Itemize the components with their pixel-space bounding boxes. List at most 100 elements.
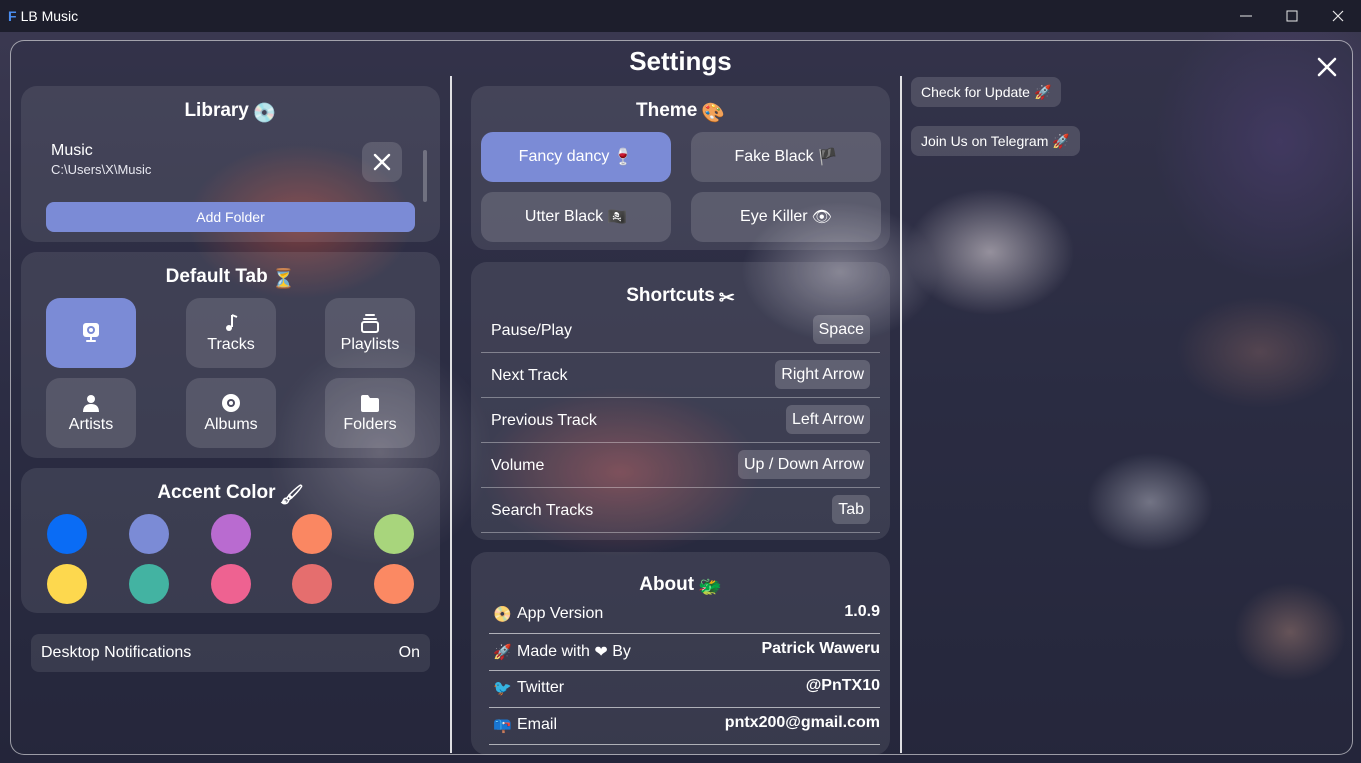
tab-option-label: Folders <box>343 416 397 433</box>
shortcut-action: Previous Track <box>491 412 597 429</box>
tab-option-tracks[interactable]: Tracks <box>186 298 276 368</box>
wine-glass-icon: 🍷 <box>613 149 634 166</box>
shortcut-row: Previous Track Left Arrow <box>481 398 880 443</box>
playlist-icon <box>361 314 379 333</box>
person-icon <box>83 395 99 412</box>
about-title: About 🐲 <box>639 574 722 598</box>
heart-icon: ❤ <box>594 644 608 661</box>
hourglass-icon: ⏳ <box>271 269 296 290</box>
accent-swatch[interactable] <box>374 514 414 554</box>
shortcut-action: Pause/Play <box>491 322 572 339</box>
accent-swatch[interactable] <box>211 514 251 554</box>
close-icon <box>1332 10 1344 22</box>
shortcut-row: Pause/Play Space <box>481 308 880 353</box>
tab-option-playlists[interactable]: Playlists <box>325 298 415 368</box>
column-divider <box>450 76 452 753</box>
mailbox-icon: 📪 <box>493 717 512 734</box>
twitter-link[interactable]: @PnTX10 <box>806 677 880 695</box>
about-row-author: 🚀 Made with ❤ By Patrick Waweru <box>489 634 880 671</box>
page-title: Settings <box>629 46 732 76</box>
close-window-button[interactable] <box>1315 0 1361 32</box>
accent-swatch[interactable] <box>47 514 87 554</box>
accent-swatch[interactable] <box>374 564 414 604</box>
folder-icon <box>361 395 379 412</box>
pirate-flag-icon: 🏴‍☠️ <box>607 209 628 226</box>
theme-option-fake-black[interactable]: Fake Black 🏴 <box>691 132 881 182</box>
bird-icon: 🐦 <box>493 680 512 697</box>
scissors-icon: ✂ <box>718 288 735 309</box>
column-divider <box>900 76 902 753</box>
black-flag-icon: 🏴 <box>817 149 838 166</box>
shortcut-action: Next Track <box>491 367 568 384</box>
telegram-button[interactable]: Join Us on Telegram 🚀 <box>911 126 1080 156</box>
about-row-version: 📀 App Version 1.0.9 <box>489 597 880 634</box>
window-titlebar: F LB Music <box>0 0 1361 32</box>
tab-option-label: Playlists <box>340 336 400 353</box>
shortcut-key: Up / Down Arrow <box>737 450 870 479</box>
about-label-suffix: By <box>612 643 631 660</box>
disc-icon: 💿 <box>252 103 277 124</box>
tab-option-label: Artists <box>68 416 114 433</box>
close-icon <box>373 153 391 171</box>
notifications-value: On <box>398 644 420 661</box>
accent-swatch[interactable] <box>211 564 251 604</box>
music-note-icon <box>226 314 238 331</box>
about-label: Twitter <box>517 679 565 696</box>
disc-icon <box>222 394 240 412</box>
accent-swatch[interactable] <box>292 514 332 554</box>
library-folder-name: Music <box>51 142 93 159</box>
shortcut-row: Search Tracks Tab <box>481 488 880 533</box>
add-folder-button[interactable]: Add Folder <box>46 202 415 232</box>
dragon-icon: 🐲 <box>698 577 722 598</box>
maximize-button[interactable] <box>1269 0 1315 32</box>
theme-option-utter-black[interactable]: Utter Black 🏴‍☠️ <box>481 192 671 242</box>
shortcuts-title: Shortcuts ✂ <box>626 285 735 309</box>
theme-option-fancy-dancy[interactable]: Fancy dancy 🍷 <box>481 132 671 182</box>
shortcut-key: Tab <box>832 495 870 524</box>
rocket-icon: 🚀 <box>1033 83 1052 100</box>
accent-swatch[interactable] <box>47 564 87 604</box>
tab-option-home[interactable] <box>46 298 136 368</box>
tab-option-label: Tracks <box>207 336 255 353</box>
theme-option-eye-killer[interactable]: Eye Killer 👁 <box>691 192 881 242</box>
palette-icon: 🎨 <box>701 103 725 124</box>
shortcut-row: Next Track Right Arrow <box>481 353 880 398</box>
accent-color-title: Accent Color 🖌 <box>157 482 304 506</box>
about-row-email: 📪 Email pntx200@gmail.com <box>489 708 880 745</box>
tab-option-label: Albums <box>204 416 258 433</box>
library-scrollbar[interactable] <box>423 150 427 202</box>
about-label: Made with <box>517 643 590 660</box>
app-title: LB Music <box>20 8 79 24</box>
paintbrush-icon: 🖌 <box>279 485 304 506</box>
maximize-icon <box>1286 10 1298 22</box>
tab-option-artists[interactable]: Artists <box>46 378 136 448</box>
library-folder-path: C:\Users\X\Music <box>51 162 152 177</box>
about-label: App Version <box>517 605 604 622</box>
library-title: Library 💿 <box>184 100 277 124</box>
tab-option-folders[interactable]: Folders <box>325 378 415 448</box>
remove-folder-button[interactable] <box>362 142 402 182</box>
shortcut-row: Volume Up / Down Arrow <box>481 443 880 488</box>
theme-title: Theme 🎨 <box>636 100 725 124</box>
minimize-icon <box>1240 15 1252 17</box>
app-logo: F <box>8 8 17 24</box>
accent-swatch[interactable] <box>129 564 169 604</box>
shortcut-action: Search Tracks <box>491 502 594 519</box>
check-update-button[interactable]: Check for Update 🚀 <box>911 77 1062 107</box>
rocket-icon: 🚀 <box>1052 132 1070 149</box>
about-value: Patrick Waweru <box>761 640 880 657</box>
desktop-notifications-toggle[interactable]: Desktop Notifications On <box>31 634 430 672</box>
close-settings-icon[interactable] <box>1315 55 1339 79</box>
minimize-button[interactable] <box>1223 0 1269 32</box>
default-tab-title: Default Tab ⏳ <box>165 266 296 290</box>
accent-swatch[interactable] <box>292 564 332 604</box>
webcam-icon <box>83 323 99 342</box>
shortcut-action: Volume <box>491 457 545 474</box>
tab-option-albums[interactable]: Albums <box>186 378 276 448</box>
about-label: Email <box>517 716 558 733</box>
accent-swatch[interactable] <box>129 514 169 554</box>
email-link[interactable]: pntx200@gmail.com <box>725 714 880 732</box>
shortcut-key: Right Arrow <box>775 360 870 389</box>
rocket-icon: 🚀 <box>493 644 512 661</box>
eye-icon: 👁 <box>811 209 832 226</box>
